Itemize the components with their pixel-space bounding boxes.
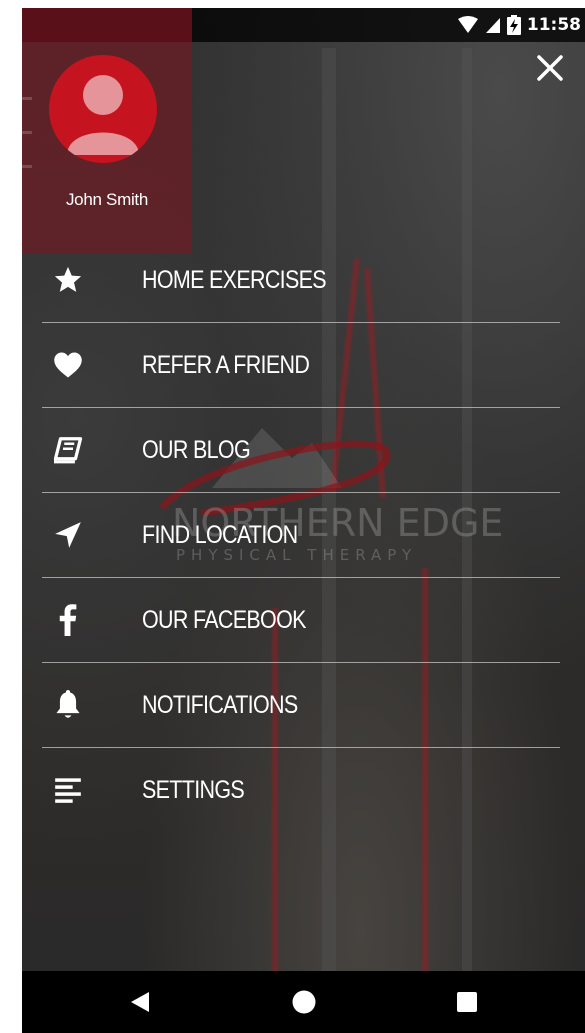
status-time: 11:58 [526, 15, 581, 35]
avatar[interactable] [49, 55, 157, 163]
menu-item-label: OUR BLOG [142, 436, 251, 464]
close-icon [537, 55, 563, 81]
status-bar: 11:58 [22, 8, 585, 42]
drawer-menu: HOME EXERCISES REFER A FRIEND OUR BLOG F… [42, 238, 560, 832]
menu-item-label: NOTIFICATIONS [142, 691, 298, 719]
battery-charging-icon [506, 15, 521, 35]
menu-item-label: OUR FACEBOOK [142, 606, 306, 634]
location-arrow-icon [52, 519, 84, 551]
home-button[interactable] [290, 988, 318, 1016]
profile-card[interactable]: ▬ ▬ ▬ John Smith [22, 42, 192, 254]
menu-item-label: HOME EXERCISES [142, 266, 327, 294]
menu-item-our-facebook[interactable]: OUR FACEBOOK [42, 578, 560, 663]
menu-item-refer-a-friend[interactable]: REFER A FRIEND [42, 323, 560, 408]
app-screen: NORTHERN EDGE PHYSICAL THERAPY 11:58 ▬ ▬… [22, 8, 585, 1033]
menu-item-label: REFER A FRIEND [142, 351, 310, 379]
recents-icon [457, 992, 477, 1012]
book-icon [52, 434, 84, 466]
user-avatar-icon [67, 75, 139, 155]
back-icon [131, 992, 149, 1012]
menu-item-home-exercises[interactable]: HOME EXERCISES [42, 238, 560, 323]
profile-name: John Smith [65, 190, 149, 209]
star-icon [52, 264, 84, 296]
home-icon [292, 990, 316, 1014]
status-bar-tint [22, 8, 192, 42]
menu-item-label: SETTINGS [142, 776, 245, 804]
menu-item-settings[interactable]: SETTINGS [42, 748, 560, 832]
back-button[interactable] [126, 988, 154, 1016]
menu-item-find-location[interactable]: FIND LOCATION [42, 493, 560, 578]
settings-lines-icon [52, 774, 84, 806]
menu-item-our-blog[interactable]: OUR BLOG [42, 408, 560, 493]
facebook-icon [52, 604, 84, 636]
menu-item-notifications[interactable]: NOTIFICATIONS [42, 663, 560, 748]
navigation-bar [22, 971, 585, 1033]
recents-button[interactable] [453, 988, 481, 1016]
status-icons: 11:58 [457, 14, 581, 36]
heart-icon [52, 349, 84, 381]
bell-icon [52, 689, 84, 721]
cell-signal-icon [485, 18, 500, 33]
wifi-icon [457, 16, 478, 33]
close-button[interactable] [534, 52, 566, 84]
menu-item-label: FIND LOCATION [142, 521, 298, 549]
